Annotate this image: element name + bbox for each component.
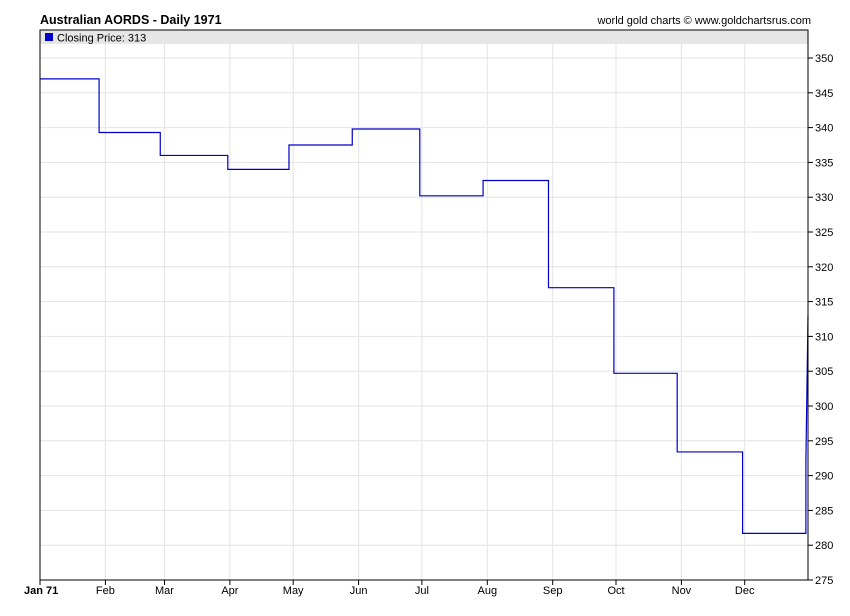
legend-band (40, 30, 808, 44)
y-tick-label: 325 (815, 227, 833, 239)
x-tick-label: Nov (672, 585, 692, 597)
y-tick-label: 305 (815, 366, 833, 378)
legend-label: Closing Price: 313 (57, 33, 146, 45)
x-tick-label: Jan 71 (24, 585, 58, 597)
x-tick-label: Oct (607, 585, 624, 597)
x-tick-label: May (283, 585, 304, 597)
y-tick-label: 310 (815, 331, 833, 343)
x-axis: Jan 71 Feb Mar Apr May Jun Jul Aug Sep Oct Nov Dec (24, 580, 755, 597)
legend-swatch (45, 33, 53, 41)
y-axis: 275 280 285 290 295 300 305 310 315 320 325 330 335 3… (808, 53, 833, 587)
y-tick-label: 340 (815, 123, 833, 135)
y-tick-label: 350 (815, 53, 833, 65)
y-tick-label: 345 (815, 88, 833, 100)
plot-border (39, 29, 809, 581)
x-tick-label: Aug (478, 585, 498, 597)
y-tick-label: 280 (815, 540, 833, 552)
x-tick-label: Dec (735, 585, 755, 597)
y-tick-label: 335 (815, 157, 833, 169)
y-tick-label: 320 (815, 262, 833, 274)
x-tick-label: Sep (543, 585, 563, 597)
y-tick-label: 285 (815, 505, 833, 517)
x-tick-label: Jun (350, 585, 368, 597)
y-tick-label: 330 (815, 192, 833, 204)
y-tick-label: 315 (815, 297, 833, 309)
closing-price-line (40, 78, 809, 534)
x-tick-label: Apr (221, 585, 238, 597)
series-layer (40, 78, 809, 534)
x-tick-label: Jul (415, 585, 429, 597)
y-tick-label: 290 (815, 471, 833, 483)
y-tick-label: 275 (815, 575, 833, 587)
x-tick-label: Mar (155, 585, 174, 597)
price-chart: Closing Price: 313 275 280 285 290 295 300 305… (24, 29, 833, 597)
y-tick-label: 295 (815, 436, 833, 448)
grid-lines (40, 44, 808, 580)
y-tick-label: 300 (815, 401, 833, 413)
x-tick-label: Feb (96, 585, 115, 597)
